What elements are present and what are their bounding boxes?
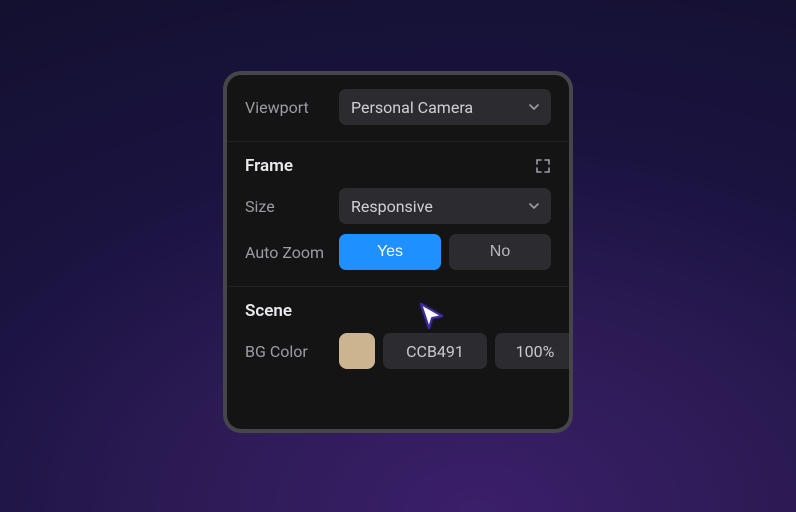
- size-select[interactable]: Responsive: [339, 188, 551, 224]
- autozoom-toggle: Yes No: [339, 234, 551, 270]
- viewport-select-value: Personal Camera: [351, 98, 473, 117]
- expand-icon[interactable]: [535, 158, 551, 174]
- scene-heading: Scene: [245, 301, 292, 321]
- section-frame: Frame Size Responsive: [227, 142, 569, 287]
- size-select-value: Responsive: [351, 197, 433, 216]
- bgcolor-hex-input[interactable]: CCB491: [383, 333, 487, 369]
- section-scene: Scene BG Color CCB491 100%: [227, 287, 569, 387]
- bgcolor-alpha-input[interactable]: 100%: [495, 333, 573, 369]
- section-viewport: Viewport Personal Camera: [227, 75, 569, 142]
- viewport-label: Viewport: [245, 98, 339, 117]
- chevron-down-icon: [529, 102, 539, 112]
- viewport-select[interactable]: Personal Camera: [339, 89, 551, 125]
- autozoom-no-button[interactable]: No: [449, 234, 551, 270]
- autozoom-label: Auto Zoom: [245, 243, 339, 262]
- autozoom-yes-button[interactable]: Yes: [339, 234, 441, 270]
- frame-heading: Frame: [245, 156, 293, 176]
- chevron-down-icon: [529, 201, 539, 211]
- size-label: Size: [245, 197, 339, 216]
- bgcolor-swatch[interactable]: [339, 333, 375, 369]
- bgcolor-label: BG Color: [245, 342, 339, 361]
- settings-panel: Viewport Personal Camera Frame: [223, 71, 573, 433]
